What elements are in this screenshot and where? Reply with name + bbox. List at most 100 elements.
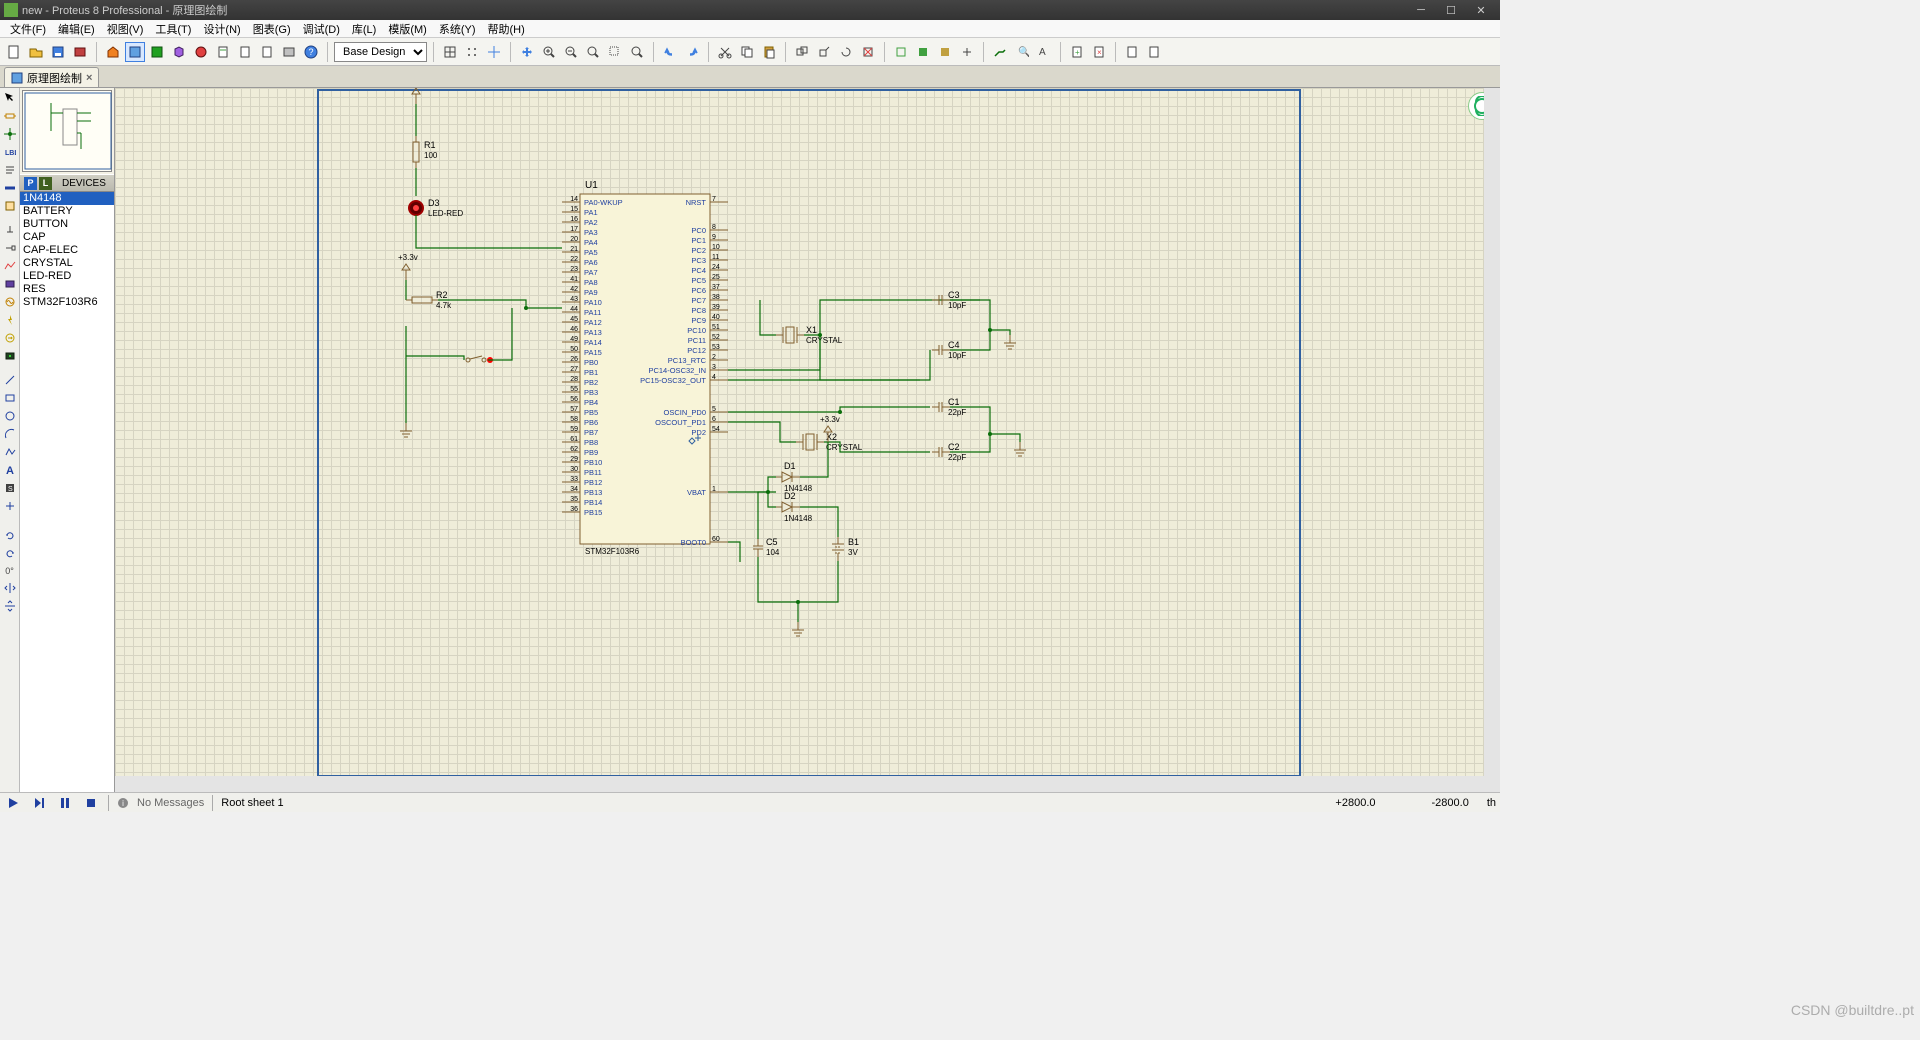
rotate-cw-button[interactable] [2,528,18,544]
generator-button[interactable] [2,294,18,310]
mirror-v-button[interactable] [2,598,18,614]
device-item[interactable]: CRYSTAL [20,257,114,270]
block-delete-button[interactable] [858,42,878,62]
circle-button[interactable] [2,408,18,424]
junction-button[interactable] [2,126,18,142]
device-item[interactable]: CAP-ELEC [20,244,114,257]
current-probe-button[interactable] [2,330,18,346]
device-item[interactable]: 1N4148 [20,192,114,205]
decompose-button[interactable] [957,42,977,62]
search-button[interactable]: 🔍 [1012,42,1032,62]
home-button[interactable] [103,42,123,62]
menu-chart[interactable]: 图表(G) [247,21,297,37]
menu-help[interactable]: 帮助(H) [482,21,531,37]
menu-library[interactable]: 库(L) [346,21,382,37]
grid-toggle-button[interactable] [440,42,460,62]
zoom-sheet-button[interactable] [627,42,647,62]
rotate-ccw-button[interactable] [2,546,18,562]
component-mode-button[interactable] [2,108,18,124]
devices-list[interactable]: 1N4148BATTERYBUTTONCAPCAP-ELECCRYSTALLED… [20,192,114,792]
zoom-in-button[interactable] [539,42,559,62]
terminals-button[interactable] [2,222,18,238]
zoom-fit-button[interactable] [583,42,603,62]
pcb-button[interactable] [147,42,167,62]
menu-debug[interactable]: 调试(D) [297,21,346,37]
path-button[interactable] [2,444,18,460]
zoom-area-button[interactable] [605,42,625,62]
marker-button[interactable] [2,498,18,514]
new-file-button[interactable] [4,42,24,62]
subcircuit-button[interactable] [2,198,18,214]
arc-button[interactable] [2,426,18,442]
device-item[interactable]: RES [20,283,114,296]
goto-sheet-button[interactable] [1122,42,1142,62]
schematic-canvas[interactable]: U1STM32F103R614PA0-WKUP15PA116PA217PA320… [115,88,1500,792]
sim-stop-button[interactable] [82,795,100,811]
make-device-button[interactable] [913,42,933,62]
symbol-button[interactable]: S [2,480,18,496]
pan-button[interactable] [517,42,537,62]
device-pins-button[interactable] [2,240,18,256]
block-copy-button[interactable] [792,42,812,62]
sim-play-button[interactable] [4,795,22,811]
device-item[interactable]: BATTERY [20,205,114,218]
undo-button[interactable] [660,42,680,62]
menu-file[interactable]: 文件(F) [4,21,52,37]
bus-button[interactable] [2,180,18,196]
menu-system[interactable]: 系统(Y) [433,21,482,37]
exit-to-parent-button[interactable] [1144,42,1164,62]
cross-button[interactable] [279,42,299,62]
drc-button[interactable] [257,42,277,62]
new-sheet-button[interactable]: + [1067,42,1087,62]
text-button[interactable]: A [2,462,18,478]
open-file-button[interactable] [26,42,46,62]
cut-button[interactable] [715,42,735,62]
3d-button[interactable] [169,42,189,62]
pick-button[interactable] [891,42,911,62]
help-button[interactable]: ? [301,42,321,62]
device-item[interactable]: CAP [20,231,114,244]
voltage-probe-button[interactable] [2,312,18,328]
close-project-button[interactable] [70,42,90,62]
device-item[interactable]: BUTTON [20,218,114,231]
design-select[interactable]: Base Design [334,42,427,62]
bom-button[interactable] [213,42,233,62]
line-button[interactable] [2,372,18,388]
origin-button[interactable] [484,42,504,62]
wire-label-button[interactable]: LBL [2,144,18,160]
block-move-button[interactable] [814,42,834,62]
sim-step-button[interactable] [30,795,48,811]
remove-sheet-button[interactable]: × [1089,42,1109,62]
selection-mode-button[interactable] [2,90,18,106]
menu-tool[interactable]: 工具(T) [149,21,197,37]
save-button[interactable] [48,42,68,62]
menu-template[interactable]: 模版(M) [382,21,433,37]
menu-design[interactable]: 设计(N) [197,21,246,37]
tab-schematic[interactable]: 原理图绘制 × [4,67,99,87]
scrollbar-horizontal[interactable] [115,776,1484,792]
graph-button[interactable] [2,258,18,274]
zoom-out-button[interactable] [561,42,581,62]
menu-edit[interactable]: 编辑(E) [52,21,101,37]
device-item[interactable]: STM32F103R6 [20,296,114,309]
erc-button[interactable] [235,42,255,62]
packaging-button[interactable] [935,42,955,62]
pick-device-button[interactable]: P [24,177,37,190]
property-assign-button[interactable]: A [1034,42,1054,62]
overview-preview[interactable] [22,90,112,172]
copy-button[interactable] [737,42,757,62]
maximize-button[interactable]: ☐ [1436,4,1466,17]
library-button[interactable]: L [39,177,52,190]
tab-close-button[interactable]: × [86,72,92,84]
virtual-instrument-button[interactable] [2,348,18,364]
redo-button[interactable] [682,42,702,62]
schematic-button[interactable] [125,42,145,62]
minimize-button[interactable]: ─ [1406,4,1436,16]
box-button[interactable] [2,390,18,406]
gerber-button[interactable] [191,42,211,62]
close-button[interactable]: ✕ [1466,4,1496,17]
mirror-h-button[interactable] [2,580,18,596]
grid-snap-button[interactable] [462,42,482,62]
menu-view[interactable]: 视图(V) [101,21,150,37]
scrollbar-vertical[interactable] [1484,88,1500,776]
